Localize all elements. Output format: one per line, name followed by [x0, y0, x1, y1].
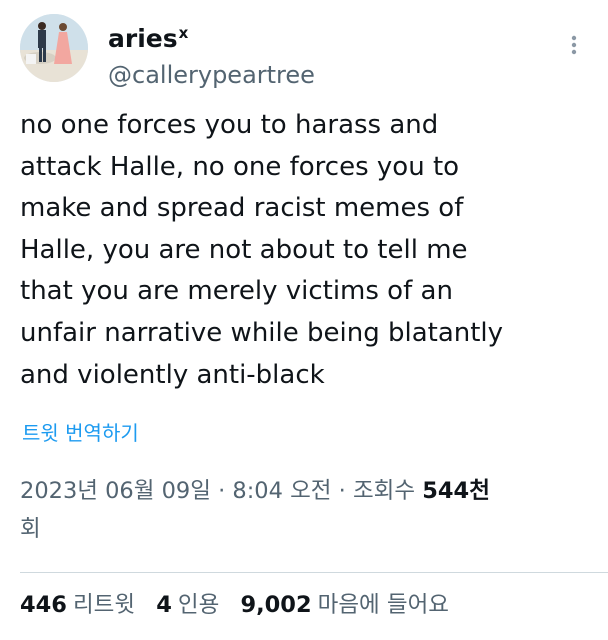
meta-separator: ·	[338, 478, 346, 504]
likes-label: 마음에 들어요	[317, 592, 449, 618]
retweets-label: 리트윗	[72, 592, 136, 618]
tweet-line: attack Halle, no one forces you to	[20, 151, 460, 182]
tweet-line: make and spread racist memes of	[20, 193, 464, 224]
meta-separator: ·	[218, 478, 226, 504]
quotes-stat[interactable]: 4 인용	[156, 592, 219, 618]
engagement-stats: 446 리트윗 4 인용 9,002 마음에 들어요	[20, 588, 463, 622]
tweet-meta: 2023년 06월 09일 · 8:04 오전 · 조회수 544천 회	[20, 472, 590, 548]
author-block[interactable]: ariesx @callerypeartree	[108, 18, 315, 90]
tweet-date[interactable]: 2023년 06월 09일	[20, 478, 211, 504]
likes-stat[interactable]: 9,002 마음에 들어요	[240, 592, 449, 618]
tweet-line: Halle, you are not about to tell me	[20, 234, 468, 265]
views-count: 544천	[422, 478, 490, 504]
divider	[20, 572, 608, 573]
tweet-line: that you are merely victims of an	[20, 276, 453, 307]
tweet-line: unfair narrative while being blatantly	[20, 317, 504, 348]
avatar-image	[20, 14, 88, 82]
tweet-text: no one forces you to harass and attack H…	[20, 105, 595, 396]
views-label: 조회수	[352, 478, 416, 504]
quotes-count: 4	[156, 592, 172, 618]
handle[interactable]: @callerypeartree	[108, 60, 315, 90]
display-name[interactable]: ariesx	[108, 18, 315, 54]
likes-count: 9,002	[240, 592, 312, 618]
retweets-count: 446	[20, 592, 67, 618]
display-name-text: aries	[108, 24, 178, 53]
avatar[interactable]	[20, 14, 88, 82]
name-badge: x	[178, 24, 189, 42]
tweet-line: no one forces you to harass and	[20, 110, 439, 140]
retweets-stat[interactable]: 446 리트윗	[20, 592, 135, 618]
tweet-card: ariesx @callerypeartree no one forces yo…	[0, 0, 608, 640]
more-dots-icon	[571, 35, 577, 55]
views-unit: 회	[20, 516, 41, 542]
tweet-time[interactable]: 8:04 오전	[232, 478, 331, 504]
quotes-label: 인용	[177, 592, 220, 618]
tweet-line: and violently anti-black	[20, 359, 325, 390]
more-options-button[interactable]	[562, 30, 586, 60]
translate-tweet-link[interactable]: 트윗 번역하기	[22, 420, 139, 446]
